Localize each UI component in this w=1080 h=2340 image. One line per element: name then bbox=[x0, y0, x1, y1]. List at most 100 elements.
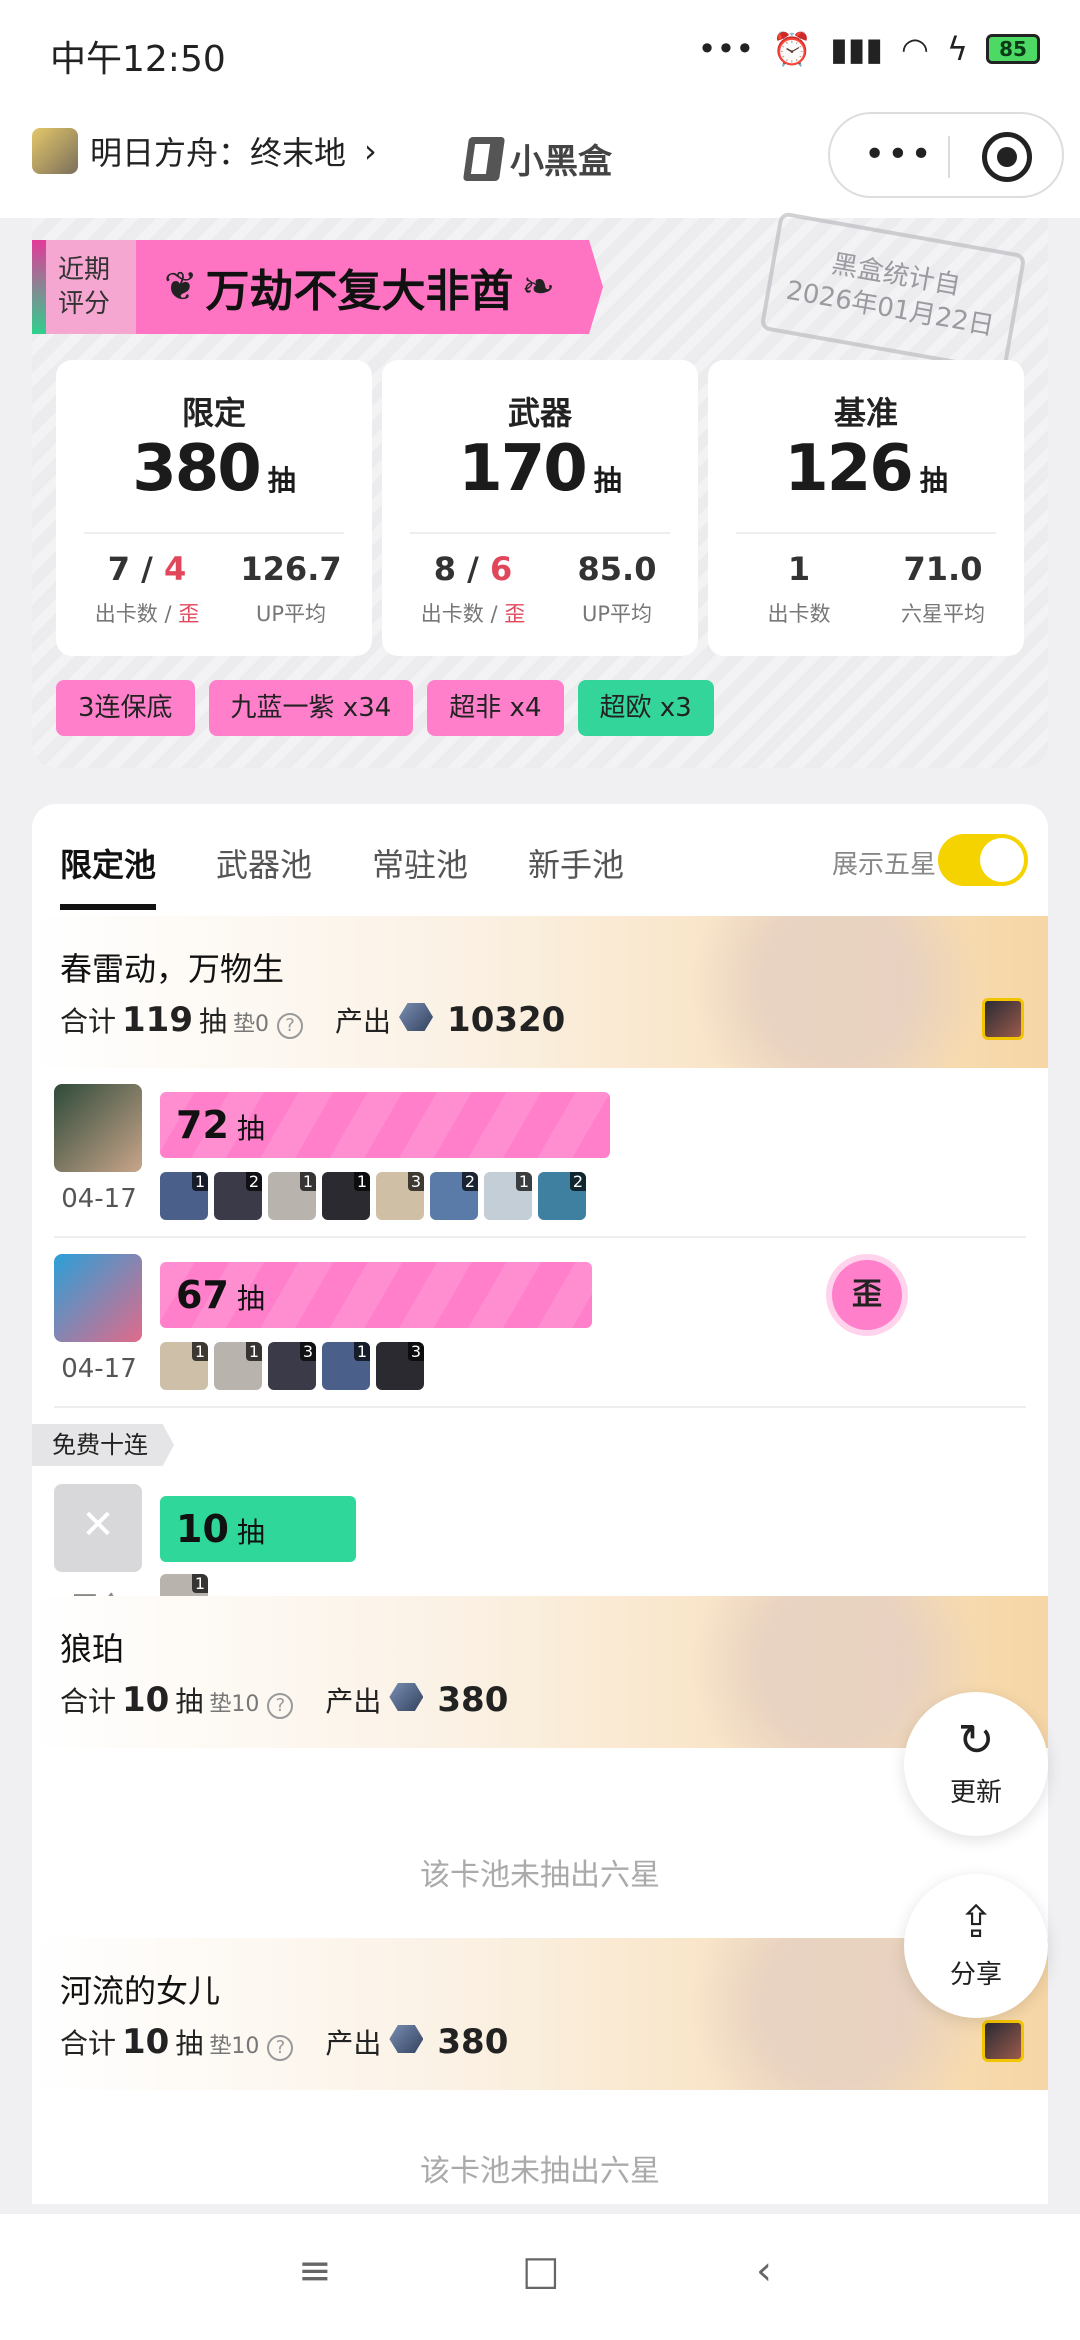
share-label: 分享 bbox=[949, 1960, 1002, 1990]
brand-logo-icon bbox=[462, 136, 506, 181]
no-six-star-note: 该卡池未抽出六星 bbox=[420, 1858, 660, 1893]
total-value: 10 bbox=[122, 2022, 170, 2062]
avg-label: UP平均 bbox=[255, 602, 327, 626]
home-icon[interactable]: □ bbox=[522, 2248, 560, 2294]
stat-name: 限定 bbox=[181, 394, 246, 432]
five-star-avatar: 1 bbox=[484, 1172, 532, 1220]
row-divider bbox=[54, 1406, 1026, 1408]
tab-weapon[interactable]: 武器池 bbox=[216, 840, 312, 910]
total-unit: 抽 bbox=[175, 1685, 204, 1718]
avg-label: 六星平均 bbox=[901, 602, 985, 626]
pity-count: 垫10 bbox=[209, 2034, 260, 2059]
pool-summary: 合计 10 抽 垫10 ? 产出 380 bbox=[60, 2022, 514, 2062]
five-star-avatar: 1 bbox=[268, 1172, 316, 1220]
stat-box-limited: 限定 380 抽 7 / 4 出卡数 / 歪 126.7 UP平均 bbox=[56, 360, 372, 656]
stat-total: 170 抽 bbox=[382, 432, 698, 506]
total-label: 合计 bbox=[60, 1005, 117, 1038]
avg-value: 71.0 bbox=[903, 550, 983, 588]
free-ten-tag: 免费十连 bbox=[32, 1424, 174, 1466]
pull-count-bar: 67 抽 bbox=[160, 1262, 592, 1328]
pull-row: 04-17 72 抽 1 2 1 1 3 2 1 2 bbox=[32, 1068, 1048, 1238]
cards-label: 出卡数 bbox=[420, 602, 484, 626]
stat-total: 126 抽 bbox=[708, 432, 1024, 506]
cards-bad-value: 4 bbox=[163, 550, 187, 588]
pull-date: 04-17 bbox=[61, 1184, 137, 1214]
share-button[interactable]: ⇪ 分享 bbox=[904, 1874, 1048, 2018]
app-header: 明日方舟：终末地 › 小黑盒 ••• bbox=[0, 100, 1080, 218]
stats-since-stamp: 黑盒统计自 2026年01月22日 bbox=[759, 211, 1027, 373]
rating-title-text: 万劫不复大非酋 bbox=[205, 266, 514, 317]
capsule-divider bbox=[948, 136, 950, 178]
five-star-count: 1 bbox=[353, 1172, 370, 1191]
pull-unit: 抽 bbox=[236, 1112, 265, 1145]
help-icon[interactable]: ? bbox=[267, 2035, 294, 2061]
tab-standard[interactable]: 常驻池 bbox=[372, 840, 468, 910]
pull-count: 67 bbox=[176, 1273, 229, 1317]
stat-total-unit: 抽 bbox=[267, 464, 296, 497]
operator-avatar[interactable] bbox=[54, 1084, 142, 1172]
rating-banner: 近期 评分 ❦ 万劫不复大非酋 ❧ bbox=[32, 240, 604, 334]
menu-icon[interactable]: ≡ bbox=[298, 2248, 332, 2294]
pool-summary: 合计 119 抽 垫0 ? 产出 10320 bbox=[60, 1000, 571, 1040]
five-star-avatar: 3 bbox=[268, 1342, 316, 1390]
five-star-avatar: 3 bbox=[376, 1342, 424, 1390]
help-icon[interactable]: ? bbox=[277, 1013, 304, 1039]
back-icon[interactable]: ‹ bbox=[756, 2248, 772, 2294]
produce-label: 产出 bbox=[325, 1685, 382, 1718]
pull-row: 04-17 67 抽 歪 1 1 3 1 3 bbox=[32, 1238, 1048, 1408]
show-five-star-label: 展示五星 bbox=[831, 850, 936, 880]
stat-name: 武器 bbox=[507, 394, 572, 432]
off-banner-badge: 歪 bbox=[832, 1260, 902, 1330]
five-star-count: 1 bbox=[191, 1172, 208, 1191]
pool-banner[interactable]: 河流的女儿 合计 10 抽 垫10 ? 产出 380 bbox=[32, 1938, 1048, 2090]
tab-newbie[interactable]: 新手池 bbox=[528, 840, 624, 910]
system-nav-bar: ≡ □ ‹ bbox=[0, 2214, 1080, 2340]
five-star-count: 2 bbox=[461, 1172, 478, 1191]
operator-avatar[interactable] bbox=[54, 1254, 142, 1342]
five-star-avatar: 1 bbox=[322, 1342, 370, 1390]
stat-avg-col: 71.0 六星平均 bbox=[878, 550, 1008, 628]
stat-total-unit: 抽 bbox=[593, 464, 622, 497]
status-icons: ••• ⏰ ▮▮▮ ◠ ϟ 85 bbox=[698, 30, 1040, 68]
cards-bad-label: 歪 bbox=[504, 602, 526, 626]
total-label: 合计 bbox=[60, 1685, 117, 1718]
tab-limited[interactable]: 限定池 bbox=[60, 840, 157, 910]
pull-unit: 抽 bbox=[236, 1516, 265, 1549]
brand-name: 小黑盒 bbox=[510, 142, 612, 182]
laurel-right-icon: ❧ bbox=[521, 264, 556, 310]
show-five-star-toggle[interactable] bbox=[938, 834, 1028, 886]
help-icon[interactable]: ? bbox=[267, 1693, 294, 1719]
empty-avatar bbox=[54, 1484, 142, 1572]
pool-banner[interactable]: 狼珀 合计 10 抽 垫10 ? 产出 380 bbox=[32, 1596, 1048, 1748]
rating-title: ❦ 万劫不复大非酋 ❧ bbox=[136, 240, 604, 334]
pull-unit: 抽 bbox=[236, 1282, 265, 1315]
five-star-count: 2 bbox=[245, 1172, 262, 1191]
produce-value: 380 bbox=[437, 2022, 509, 2062]
cards-value: 7 bbox=[107, 550, 131, 588]
rating-side-strip bbox=[32, 240, 46, 334]
stat-box-standard: 基准 126 抽 1 出卡数 71.0 六星平均 bbox=[708, 360, 1024, 656]
more-icon[interactable]: ••• bbox=[864, 134, 934, 175]
pool-tabs: 限定池 武器池 常驻池 新手池 bbox=[60, 840, 624, 910]
total-unit: 抽 bbox=[175, 2027, 204, 2060]
cards-bad-label: 歪 bbox=[178, 602, 200, 626]
stat-total: 380 抽 bbox=[56, 432, 372, 506]
pull-count: 10 bbox=[176, 1507, 229, 1551]
pull-count-bar: 10 抽 bbox=[160, 1496, 356, 1562]
rating-label: 近期 评分 bbox=[46, 240, 136, 334]
status-time: 中午12:50 bbox=[50, 39, 226, 80]
more-dots-icon: ••• bbox=[697, 30, 755, 68]
laurel-left-icon: ❦ bbox=[164, 264, 198, 310]
stat-total-value: 380 bbox=[132, 432, 262, 506]
five-star-avatar: 1 bbox=[322, 1172, 370, 1220]
close-program-icon[interactable] bbox=[982, 132, 1032, 182]
cards-value: 1 bbox=[787, 550, 811, 588]
rating-label-line2: 评分 bbox=[58, 289, 111, 319]
five-star-count: 1 bbox=[353, 1342, 370, 1361]
pool-banner[interactable]: 春雷动，万物生 合计 119 抽 垫0 ? 产出 10320 bbox=[32, 916, 1048, 1068]
stat-cards-col: 8 / 6 出卡数 / 歪 bbox=[420, 550, 526, 626]
five-star-count: 1 bbox=[191, 1342, 208, 1361]
game-selector[interactable]: 明日方舟：终末地 › bbox=[32, 128, 377, 174]
refresh-button[interactable]: ↻ 更新 bbox=[904, 1692, 1048, 1836]
five-star-avatar: 2 bbox=[430, 1172, 478, 1220]
